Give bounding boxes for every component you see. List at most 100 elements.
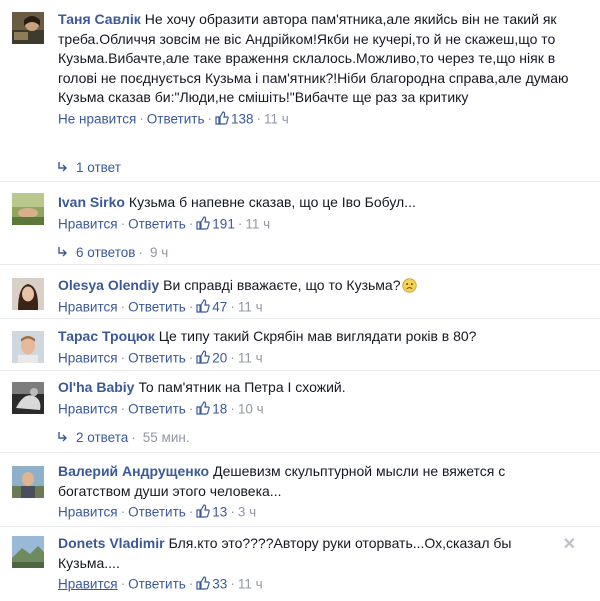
- like-count[interactable]: 138: [215, 111, 254, 126]
- comment-timestamp[interactable]: 11 ч: [264, 111, 289, 126]
- comment-actions: Нравится · Ответить · 13 · 3 ч: [58, 503, 570, 522]
- separator: ·: [188, 349, 194, 365]
- comment-body: Це типу такий Скрябін мав виглядати рокі…: [158, 328, 477, 344]
- like-count-value: 191: [212, 216, 235, 232]
- comment-author[interactable]: Ol'ha Babiy: [58, 379, 134, 395]
- avatar[interactable]: [12, 536, 44, 568]
- separator: ·: [120, 298, 126, 314]
- reply-button[interactable]: Ответить: [128, 576, 186, 591]
- replies-count: 1 ответ: [76, 160, 121, 175]
- separator: ·: [131, 430, 136, 445]
- separator: ·: [188, 504, 194, 520]
- divider: [0, 452, 600, 453]
- replies-timestamp: 55 мин.: [142, 430, 190, 445]
- like-button[interactable]: Нравится: [58, 504, 118, 519]
- separator: ·: [138, 245, 143, 260]
- comment-actions: Нравится · Ответить · 47 · 11 ч: [58, 298, 570, 317]
- like-count[interactable]: 191: [196, 216, 235, 231]
- separator: ·: [120, 504, 126, 520]
- comment-actions: Нравится · Ответить · 20 · 11 ч: [58, 349, 570, 368]
- like-count-value: 20: [212, 350, 228, 366]
- reply-button[interactable]: Ответить: [128, 216, 186, 231]
- comment-actions: Нравится · Ответить · 191 · 11 ч: [58, 215, 570, 234]
- separator: ·: [230, 576, 235, 592]
- like-button[interactable]: Нравится: [58, 576, 118, 591]
- thumbs-up-icon: [196, 350, 211, 364]
- like-count[interactable]: 33: [196, 576, 228, 592]
- comment-author[interactable]: Таня Савлік: [58, 11, 141, 27]
- separator: ·: [188, 215, 194, 231]
- reply-arrow-icon: [58, 247, 67, 257]
- comment-timestamp[interactable]: 11 ч: [238, 299, 263, 314]
- like-count[interactable]: 13: [196, 504, 228, 520]
- avatar[interactable]: [12, 278, 44, 310]
- like-count-value: 47: [212, 299, 228, 315]
- reply-button[interactable]: Ответить: [128, 504, 186, 519]
- separator: ·: [188, 576, 194, 592]
- like-count[interactable]: 20: [196, 350, 227, 365]
- comment-text: Тарас Троцюк Це типу такий Скрябін мав ви…: [58, 327, 570, 347]
- comment-timestamp[interactable]: 11 ч: [245, 216, 270, 231]
- replies-count: 2 ответа: [76, 430, 129, 445]
- separator: ·: [230, 504, 235, 520]
- reply-button[interactable]: Ответить: [128, 299, 186, 314]
- comment-timestamp[interactable]: 11 ч: [238, 576, 263, 591]
- separator: ·: [230, 400, 235, 416]
- avatar[interactable]: [12, 331, 44, 363]
- separator: ·: [237, 215, 243, 231]
- thumbs-up-icon: [196, 576, 211, 590]
- reply-button[interactable]: Ответить: [147, 111, 205, 126]
- comment-actions: Нравится · Ответить · 18 · 10 ч: [58, 400, 570, 419]
- separator: ·: [139, 110, 144, 126]
- comment-text: Валерий Андрущенко Дешевизм скульптурной …: [58, 462, 570, 501]
- comment-text: Ivan Sirko Кузьма б напевне сказав, що це…: [58, 193, 570, 213]
- comment-timestamp[interactable]: 11 ч: [238, 350, 263, 365]
- like-button[interactable]: Нравится: [58, 350, 118, 365]
- view-replies-link[interactable]: 1 ответ: [58, 160, 121, 175]
- comment-author[interactable]: Валерий Андрущенко: [58, 463, 209, 479]
- view-replies-link[interactable]: 2 ответа · 55 мин.: [58, 430, 190, 445]
- like-button[interactable]: Нравится: [58, 216, 118, 231]
- like-button[interactable]: Нравится: [58, 401, 118, 416]
- comment-timestamp[interactable]: 3 ч: [238, 504, 256, 519]
- hide-comment-close-icon[interactable]: ✕: [563, 534, 576, 554]
- divider: [0, 318, 600, 319]
- avatar[interactable]: [12, 12, 44, 44]
- reply-button[interactable]: Ответить: [128, 350, 186, 365]
- like-count-value: 33: [212, 576, 228, 592]
- separator: ·: [256, 110, 262, 126]
- comment-timestamp[interactable]: 10 ч: [238, 401, 264, 416]
- separator: ·: [207, 110, 213, 126]
- divider: [0, 370, 600, 371]
- comment-text: Ol'ha Babiy То пам'ятник на Петра І схожи…: [58, 378, 570, 398]
- separator: ·: [230, 298, 235, 314]
- comment-author[interactable]: Ivan Sirko: [58, 194, 125, 210]
- separator: ·: [188, 298, 194, 314]
- thumbs-up-icon: [196, 401, 211, 415]
- like-count[interactable]: 47: [196, 299, 227, 314]
- like-count[interactable]: 18: [196, 401, 227, 416]
- view-replies-link[interactable]: 6 ответов · 9 ч: [58, 245, 168, 260]
- comment-text: Таня Савлік Не хочу образити автора пам'я…: [58, 10, 570, 108]
- unlike-button[interactable]: Не нравится: [58, 111, 136, 126]
- comment-text: Donets Vladimir Бля.кто это????Автору рук…: [58, 534, 570, 573]
- like-count-value: 13: [212, 504, 228, 520]
- comment-actions: Нравится · Ответить · 33 · 11 ч: [58, 575, 570, 594]
- comment-body: То пам'ятник на Петра І схожий.: [138, 379, 346, 395]
- avatar[interactable]: [12, 193, 44, 225]
- comment-body: Ви справді вважаєте, що то Кузьма?: [163, 277, 401, 293]
- like-count-value: 18: [212, 401, 228, 417]
- like-count-value: 138: [231, 111, 254, 127]
- reply-button[interactable]: Ответить: [128, 401, 186, 416]
- like-button[interactable]: Нравится: [58, 299, 118, 314]
- avatar[interactable]: [12, 466, 44, 498]
- comment-actions: Не нравится · Ответить · 138 · 11 ч: [58, 110, 570, 129]
- comment-text: Olesya Olendiy Ви справді вважаєте, що то…: [58, 276, 570, 296]
- thumbs-up-icon: [196, 504, 211, 518]
- comment-author[interactable]: Тарас Троцюк: [58, 328, 155, 344]
- frown-emoji-icon: [402, 278, 418, 293]
- comment-author[interactable]: Olesya Olendiy: [58, 277, 159, 293]
- comment-author[interactable]: Donets Vladimir: [58, 535, 165, 551]
- thumbs-up-icon: [196, 216, 211, 230]
- avatar[interactable]: [12, 382, 44, 414]
